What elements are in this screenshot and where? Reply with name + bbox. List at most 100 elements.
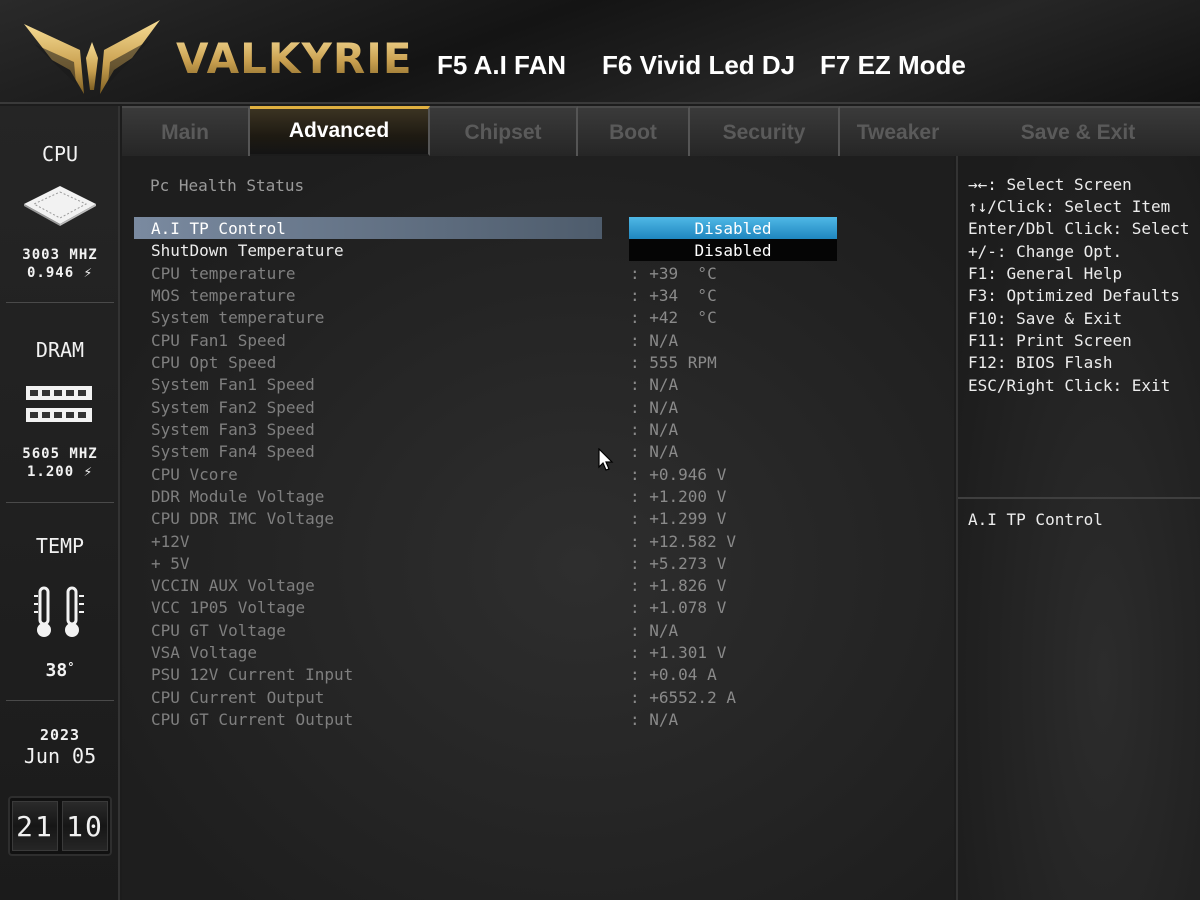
- reading-value: : N/A: [630, 331, 679, 350]
- reading-value: : +6552.2 A: [630, 688, 736, 707]
- help-line: F10: Save & Exit: [968, 309, 1123, 328]
- reading-value: : N/A: [630, 621, 679, 640]
- reading-row: CPU Opt Speed : 555 RPM: [134, 351, 944, 373]
- divider: [6, 700, 114, 701]
- reading-row: CPU Fan1 Speed : N/A: [134, 329, 944, 351]
- reading-value: : N/A: [630, 398, 679, 417]
- reading-value: : +34 °C: [630, 286, 717, 305]
- reading-label: PSU 12V Current Input: [151, 665, 354, 684]
- top-banner: VALKYRIE F5 A.I FAN F6 Vivid Led DJ F7 E…: [0, 0, 1200, 104]
- help-line: F12: BIOS Flash: [968, 353, 1113, 372]
- menu-tabs: Main Advanced Chipset Boot Security Twea…: [122, 106, 956, 156]
- help-line: F3: Optimized Defaults: [968, 286, 1180, 305]
- reading-row: System Fan3 Speed : N/A: [134, 418, 944, 440]
- reading-label: CPU DDR IMC Voltage: [151, 509, 335, 528]
- reading-value: : +1.301 V: [630, 643, 727, 662]
- reading-row: System Fan1 Speed: N/A: [134, 373, 944, 395]
- divider: [6, 302, 114, 303]
- help-line: →←: Select Screen: [968, 175, 1132, 194]
- clock-minutes: 10: [62, 801, 108, 851]
- valkyrie-wings-logo: [24, 20, 160, 94]
- reading-row: CPU Current Output : +6552.2 A: [134, 686, 944, 708]
- mouse-cursor-icon: [598, 448, 614, 471]
- divider: [958, 497, 1200, 499]
- clock-hours: 21: [12, 801, 58, 851]
- option-shutdown-temperature[interactable]: ShutDown Temperature Disabled: [134, 239, 944, 261]
- reading-row: CPU Vcore: +0.946 V: [134, 463, 944, 485]
- ai-tp-control-value[interactable]: Disabled: [629, 217, 837, 239]
- reading-row: System Fan4 Speed : N/A: [134, 440, 944, 462]
- item-help-description: A.I TP Control: [968, 510, 1103, 529]
- date-year: 2023: [39, 726, 81, 744]
- tab-save-exit[interactable]: Save & Exit: [956, 106, 1200, 156]
- voltage-bolt-icon: ⚡︎: [83, 464, 94, 480]
- reading-row: CPU GT Voltage : N/A: [134, 619, 944, 641]
- ai-fan-hotkey[interactable]: F5 A.I FAN: [437, 50, 566, 81]
- help-line: ESC/Right Click: Exit: [968, 376, 1171, 395]
- reading-row: System temperature : +42 °C: [134, 306, 944, 328]
- reading-label: CPU Current Output: [151, 688, 325, 707]
- vivid-led-dj-hotkey[interactable]: F6 Vivid Led DJ: [602, 50, 795, 81]
- reading-label: System Fan4 Speed: [151, 442, 315, 461]
- reading-label: CPU Vcore: [151, 465, 238, 484]
- tab-boot[interactable]: Boot: [578, 106, 690, 156]
- dram-label: DRAM: [35, 338, 85, 362]
- reading-label: +12V: [151, 532, 190, 551]
- reading-row: DDR Module Voltage: +1.200 V: [134, 485, 944, 507]
- reading-label: System Fan2 Speed: [151, 398, 315, 417]
- help-line: +/-: Change Opt.: [968, 242, 1123, 261]
- tab-chipset[interactable]: Chipset: [430, 106, 578, 156]
- reading-label: CPU Opt Speed: [151, 353, 277, 372]
- option-label: A.I TP Control: [151, 219, 286, 238]
- reading-label: VSA Voltage: [151, 643, 257, 662]
- reading-value: : +1.299 V: [630, 509, 727, 528]
- system-info-sidebar: CPU 3003 MHZ 0.946 ⚡︎ DRAM 5605 MHZ 1.20…: [0, 106, 120, 900]
- tab-advanced[interactable]: Advanced: [250, 106, 430, 156]
- cpu-chip-icon: [24, 186, 96, 226]
- reading-label: CPU GT Current Output: [151, 710, 354, 729]
- help-panel: →←: Select Screen ↑↓/Click: Select Item …: [956, 156, 1200, 900]
- reading-value: : N/A: [630, 442, 679, 461]
- reading-value: : +42 °C: [630, 308, 717, 327]
- reading-label: System temperature: [151, 308, 325, 327]
- cpu-voltage: 0.946 ⚡︎: [26, 265, 94, 281]
- reading-value: : +12.582 V: [630, 532, 736, 551]
- reading-value: : +5.273 V: [630, 554, 727, 573]
- reading-value: : N/A: [630, 420, 679, 439]
- reading-label: VCCIN AUX Voltage: [151, 576, 315, 595]
- reading-label: CPU Fan1 Speed: [151, 331, 286, 350]
- reading-label: System Fan1 Speed: [151, 375, 315, 394]
- dram-module-icon: [26, 386, 92, 422]
- reading-label: MOS temperature: [151, 286, 296, 305]
- reading-row: VCCIN AUX Voltage: +1.826 V: [134, 574, 944, 596]
- reading-row: MOS temperature : +34 °C: [134, 284, 944, 306]
- help-line: ↑↓/Click: Select Item: [968, 197, 1171, 216]
- clock-widget: 21 10: [8, 796, 112, 856]
- help-line: F1: General Help: [968, 264, 1123, 283]
- reading-row: CPU temperature : +39 °C: [134, 262, 944, 284]
- temp-label: TEMP: [35, 534, 85, 558]
- tab-tweaker[interactable]: Tweaker: [840, 106, 956, 156]
- reading-value: : +1.078 V: [630, 598, 727, 617]
- reading-row: VCC 1P05 Voltage: +1.078 V: [134, 596, 944, 618]
- shutdown-temperature-value[interactable]: Disabled: [629, 239, 837, 261]
- reading-label: + 5V: [151, 554, 190, 573]
- option-label: ShutDown Temperature: [151, 241, 344, 260]
- reading-row: VSA Voltage : +1.301 V: [134, 641, 944, 663]
- reading-row: +12V : +12.582 V: [134, 530, 944, 552]
- option-ai-tp-control[interactable]: A.I TP Control Disabled: [134, 217, 944, 239]
- tab-security[interactable]: Security: [690, 106, 840, 156]
- tab-main[interactable]: Main: [122, 106, 250, 156]
- cpu-label: CPU: [41, 142, 79, 166]
- reading-value: : 555 RPM: [630, 353, 717, 372]
- reading-label: CPU temperature: [151, 264, 296, 283]
- cpu-frequency: 3003 MHZ: [22, 247, 98, 263]
- reading-value: : +39 °C: [630, 264, 717, 283]
- ez-mode-hotkey[interactable]: F7 EZ Mode: [820, 50, 966, 81]
- reading-row: + 5V : +5.273 V: [134, 552, 944, 574]
- reading-label: System Fan3 Speed: [151, 420, 315, 439]
- voltage-bolt-icon: ⚡︎: [83, 265, 94, 281]
- reading-label: CPU GT Voltage: [151, 621, 286, 640]
- reading-row: PSU 12V Current Input: +0.04 A: [134, 663, 944, 685]
- dram-voltage: 1.200 ⚡︎: [26, 464, 94, 480]
